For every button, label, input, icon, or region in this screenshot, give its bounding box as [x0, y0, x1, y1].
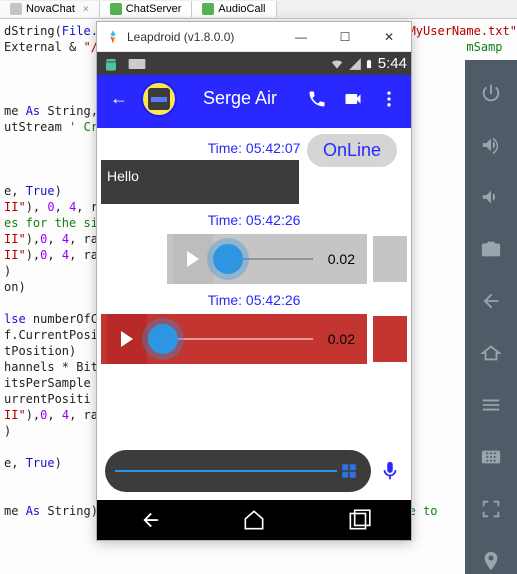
status-time: 5:44 [378, 55, 407, 72]
window-maximize-button[interactable]: ☐ [323, 22, 367, 51]
chat-header: ← Serge Air [97, 75, 411, 122]
ide-tab-chatserver[interactable]: ChatServer [100, 1, 193, 17]
module-icon [10, 3, 22, 15]
play-button[interactable] [173, 234, 213, 284]
volume-up-icon[interactable] [480, 134, 502, 156]
leapdroid-logo-icon [105, 29, 121, 45]
robot-icon [101, 57, 121, 71]
timestamp: Time: 05:42:26 [97, 212, 411, 228]
message-input[interactable] [105, 450, 371, 492]
power-icon[interactable] [480, 82, 502, 104]
input-underline [115, 470, 337, 472]
play-icon [187, 251, 199, 267]
nav-recent-button[interactable] [329, 506, 389, 534]
emulator-title: Leapdroid (v1.8.0.0) [127, 30, 279, 44]
audio-player[interactable]: 0.02 [167, 234, 367, 284]
module-icon [202, 3, 214, 15]
android-nav-bar [97, 500, 411, 540]
ide-tab-novachat[interactable]: NovaChat × [0, 1, 100, 17]
wifi-icon [328, 57, 346, 71]
seek-thumb[interactable] [148, 324, 178, 354]
camera-icon[interactable] [480, 238, 502, 260]
audio-seek-track[interactable] [219, 258, 313, 260]
more-menu-button[interactable] [375, 87, 403, 111]
chat-body[interactable]: OnLine Time: 05:42:07 Hello Time: 05:42:… [97, 128, 411, 500]
volume-down-icon[interactable] [480, 186, 502, 208]
apps-grid-button[interactable] [337, 459, 361, 483]
audio-side-button[interactable] [373, 316, 407, 362]
android-status-bar: 5:44 [97, 52, 411, 75]
emulator-sidebar [465, 60, 517, 574]
emulator-window: Leapdroid (v1.8.0.0) — ☐ ✕ 5:44 ← Serge [96, 21, 412, 541]
audio-duration: 0.02 [313, 331, 357, 347]
battery-icon [364, 56, 374, 72]
keyboard-icon[interactable] [480, 446, 502, 468]
contact-name: Serge Air [185, 88, 295, 109]
audio-duration: 0.02 [313, 251, 357, 267]
timestamp: Time: 05:42:26 [97, 292, 411, 308]
audio-side-button[interactable] [373, 236, 407, 282]
emulator-titlebar[interactable]: Leapdroid (v1.8.0.0) — ☐ ✕ [97, 22, 411, 52]
ide-tab-audiocall[interactable]: AudioCall [192, 1, 276, 17]
back-arrow-icon[interactable] [480, 290, 502, 312]
video-call-button[interactable] [339, 87, 367, 111]
menu-icon[interactable] [480, 394, 502, 416]
compose-bar [97, 444, 411, 500]
audio-player[interactable]: 0.02 [101, 314, 367, 364]
ide-tab-label: ChatServer [126, 3, 182, 15]
contact-avatar[interactable] [141, 81, 177, 117]
keyboard-small-icon [127, 57, 147, 71]
play-icon [121, 331, 133, 347]
back-button[interactable]: ← [105, 88, 133, 109]
incoming-text-message[interactable]: Hello [101, 160, 299, 204]
window-minimize-button[interactable]: — [279, 22, 323, 51]
signal-icon [348, 57, 362, 71]
outgoing-audio-message: 0.02 [101, 314, 407, 364]
incoming-audio-message: 0.02 [101, 234, 407, 284]
fullscreen-icon[interactable] [480, 498, 502, 520]
home-outline-icon[interactable] [480, 342, 502, 364]
ide-tab-label: NovaChat [26, 3, 75, 15]
ide-tabbar: NovaChat × ChatServer AudioCall [0, 0, 517, 19]
play-button[interactable] [107, 314, 147, 364]
window-close-button[interactable]: ✕ [367, 22, 411, 51]
online-status-chip: OnLine [307, 134, 397, 167]
seek-thumb[interactable] [213, 244, 243, 274]
module-icon [110, 3, 122, 15]
mic-button[interactable] [377, 458, 403, 484]
ide-tab-label: AudioCall [218, 3, 265, 15]
nav-home-button[interactable] [224, 506, 284, 534]
nav-back-button[interactable] [119, 506, 179, 534]
location-icon[interactable] [480, 550, 502, 572]
audio-seek-track[interactable] [153, 338, 313, 340]
close-icon[interactable]: × [83, 4, 89, 15]
voice-call-button[interactable] [303, 87, 331, 111]
